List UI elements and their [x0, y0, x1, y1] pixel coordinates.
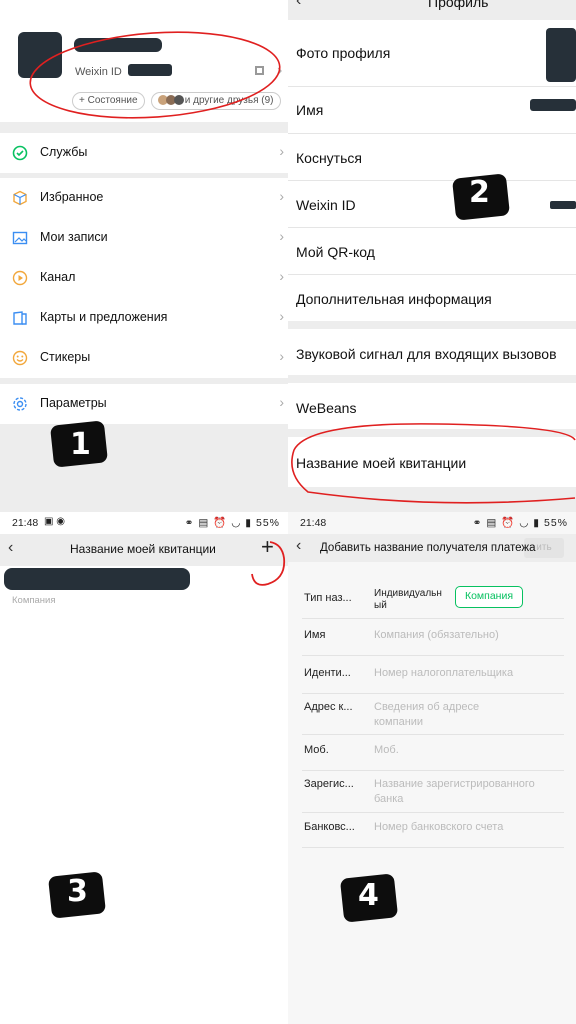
row-label: Звуковой сигнал для входящих вызовов: [296, 346, 557, 362]
menu-item-cards[interactable]: Карты и предложения ›: [0, 298, 288, 338]
row-tickle[interactable]: Коснуться: [288, 134, 576, 180]
bank-name-input[interactable]: Название зарегистрированного банка: [374, 777, 544, 807]
redacted-profile-photo: [546, 28, 576, 82]
status-bar: 21:48 ▣ ◉ ⚭ ▤ ⏰ ◡ ▮ 55%: [0, 512, 288, 534]
channel-play-icon: [12, 270, 28, 286]
mobile-input[interactable]: Моб.: [374, 743, 554, 758]
chevron-right-icon: ›: [279, 394, 284, 410]
status-system-icons: ⚭ ▤ ⏰ ◡ ▮ 55%: [184, 517, 280, 529]
row-more-info[interactable]: Дополнительная информация: [288, 275, 576, 321]
divider: [302, 770, 564, 771]
profile-header[interactable]: Weixin ID › + Состояние и другие друзья …: [0, 0, 288, 122]
chevron-right-icon: ›: [279, 308, 284, 324]
settings-gear-icon: [13, 397, 27, 411]
cards-icon: [13, 311, 27, 325]
divider: [302, 693, 564, 694]
divider: [302, 618, 564, 619]
row-name[interactable]: Имя: [288, 87, 576, 133]
redacted-weixin-id-value: [550, 201, 576, 209]
divider: [302, 812, 564, 813]
chevron-right-icon: ›: [279, 268, 284, 284]
divider: [302, 655, 564, 656]
company-name-input[interactable]: Компания (обязательно): [374, 628, 554, 643]
annotation-number: 2: [469, 175, 490, 210]
receipt-item-subtitle: Компания: [12, 595, 56, 606]
profile-panel: ‹ Профиль Фото профиля Имя Коснуться Wei…: [288, 0, 576, 512]
menu-label: Стикеры: [40, 350, 91, 364]
status-battery: 55%: [543, 517, 568, 529]
menu-label: Карты и предложения: [40, 310, 168, 324]
status-time: 21:48: [300, 517, 327, 529]
company-address-input[interactable]: Сведения об адресе компании: [374, 700, 514, 730]
row-label: Мой QR-код: [296, 244, 375, 260]
nav-title: Добавить название получателя платежа: [320, 542, 536, 554]
type-option-company[interactable]: Компания: [455, 586, 523, 608]
divider: [302, 734, 564, 735]
field-label: Моб.: [304, 744, 329, 756]
menu-label: Параметры: [40, 396, 107, 410]
page-title: Профиль: [428, 0, 489, 10]
back-arrow-icon[interactable]: ‹: [296, 537, 301, 555]
taxpayer-id-input[interactable]: Номер налогоплательщика: [374, 666, 554, 681]
chevron-right-icon: ›: [279, 143, 284, 159]
field-label: Банковс...: [304, 821, 355, 833]
divider: [302, 847, 564, 848]
menu-item-moments[interactable]: Мои записи ›: [0, 218, 288, 258]
annotation-red-circle: [251, 541, 286, 586]
nav-title: Название моей квитанции: [70, 542, 216, 556]
row-label: Фото профиля: [296, 45, 391, 61]
row-label: Weixin ID: [296, 197, 356, 213]
back-arrow-icon[interactable]: ‹: [8, 539, 13, 557]
menu-item-settings[interactable]: Параметры ›: [0, 384, 288, 424]
menu-label: Службы: [40, 145, 88, 159]
me-tab-panel: Weixin ID › + Состояние и другие друзья …: [0, 0, 288, 512]
annotation-number: 4: [358, 878, 379, 913]
status-system-icons: ⚭ ▤ ⏰ ◡ ▮ 55%: [472, 517, 568, 529]
annotation-red-circle: [29, 31, 281, 119]
nav-bar: ‹ ить Добавить название получателя плате…: [288, 534, 576, 562]
receipt-title-list-panel: 21:48 ▣ ◉ ⚭ ▤ ⏰ ◡ ▮ 55% ‹ Название моей …: [0, 512, 288, 1024]
menu-label: Канал: [40, 270, 76, 284]
profile-top-bar: ‹ Профиль: [288, 0, 576, 20]
chevron-right-icon: ›: [279, 228, 284, 244]
bank-account-input[interactable]: Номер банковского счета: [374, 820, 554, 835]
status-bar: 21:48 ⚭ ▤ ⏰ ◡ ▮ 55%: [288, 512, 576, 534]
field-label: Зарегис...: [304, 778, 354, 790]
row-label: Имя: [296, 102, 324, 118]
add-receipt-title-panel: 21:48 ⚭ ▤ ⏰ ◡ ▮ 55% ‹ ить Добавить назва…: [288, 512, 576, 1024]
row-label: Коснуться: [296, 150, 362, 166]
redacted-receipt-title: [4, 568, 190, 590]
menu-item-channel[interactable]: Канал ›: [0, 258, 288, 298]
chevron-right-icon: ›: [279, 348, 284, 364]
status-battery: 55%: [255, 517, 280, 529]
services-icon: [12, 145, 28, 161]
nav-bar: ‹ Название моей квитанции +: [0, 534, 288, 566]
chevron-right-icon: ›: [279, 188, 284, 204]
row-profile-photo[interactable]: Фото профиля: [288, 20, 576, 86]
status-notification-icons: ▣ ◉: [44, 516, 65, 527]
row-my-qr-code[interactable]: Мой QR-код: [288, 228, 576, 274]
field-label: Иденти...: [304, 667, 351, 679]
back-arrow-icon[interactable]: ‹: [296, 0, 301, 10]
annotation-red-circle: [291, 423, 576, 504]
field-label: Адрес к...: [304, 701, 353, 713]
row-weixin-id[interactable]: Weixin ID: [288, 181, 576, 227]
annotation-number: 1: [70, 427, 91, 462]
menu-label: Избранное: [40, 190, 104, 204]
stickers-smile-icon: [12, 350, 28, 366]
field-label: Имя: [304, 629, 326, 641]
redacted-name-value: [530, 99, 576, 111]
menu-item-services[interactable]: Службы ›: [0, 133, 288, 173]
moments-image-icon: [12, 231, 28, 245]
menu-label: Мои записи: [40, 230, 108, 244]
type-label: Тип наз...: [304, 592, 352, 604]
status-time: 21:48: [12, 517, 39, 529]
menu-item-stickers[interactable]: Стикеры ›: [0, 338, 288, 378]
row-incoming-call-ringtone[interactable]: Звуковой сигнал для входящих вызовов: [288, 329, 576, 375]
annotation-number: 3: [67, 874, 88, 909]
menu-item-favorites[interactable]: Избранное ›: [0, 178, 288, 218]
favorites-cube-icon: [13, 190, 27, 206]
row-label: Дополнительная информация: [296, 291, 492, 307]
type-option-individual[interactable]: Индивидуальн ый: [374, 588, 444, 610]
